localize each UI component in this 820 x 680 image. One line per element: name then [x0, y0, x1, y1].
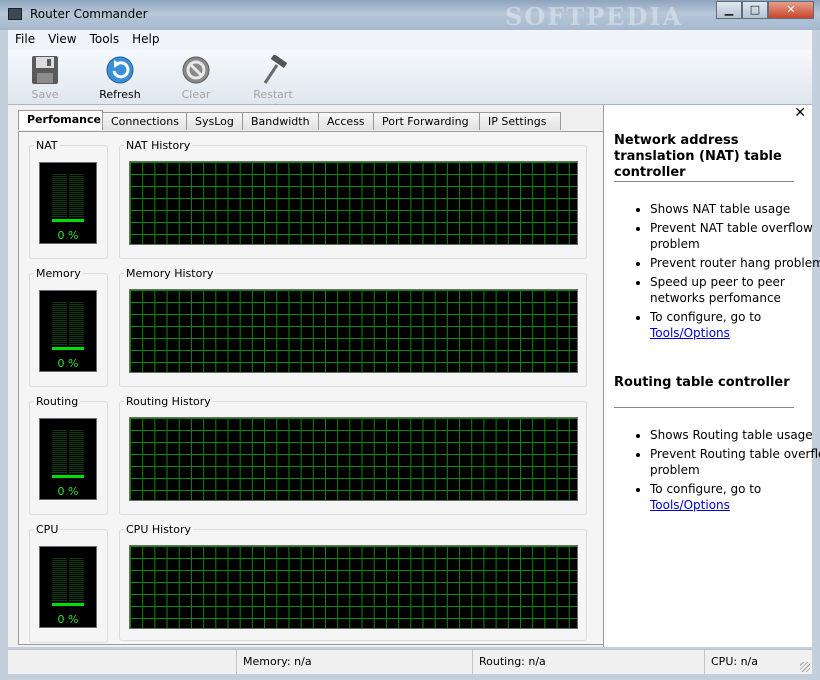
status-bar: Memory: n/a Routing: n/a CPU: n/a: [8, 649, 812, 674]
nat-percent: 0 %: [57, 229, 79, 242]
nat-meter: 0 %: [39, 162, 97, 244]
app-icon: [8, 8, 22, 20]
menu-tools[interactable]: Tools: [83, 30, 126, 46]
title-bar[interactable]: Router Commander SOFTPEDIA ▁ □ ✕: [0, 0, 820, 31]
memory-label: Memory: [34, 267, 83, 280]
floppy-disk-icon: [32, 56, 58, 84]
clear-label: Clear: [181, 88, 211, 101]
clear-button[interactable]: Clear: [161, 53, 231, 103]
meter-bar: [52, 173, 84, 217]
close-pane-icon[interactable]: ✕: [794, 105, 806, 121]
refresh-icon: [106, 56, 134, 84]
info-pane: ✕ Network address translation (NAT) tabl…: [603, 105, 820, 647]
memory-percent: 0 %: [57, 357, 79, 370]
status-memory: Memory: n/a: [236, 650, 472, 674]
routing-percent: 0 %: [57, 485, 79, 498]
app-window: Router Commander SOFTPEDIA ▁ □ ✕ File Vie…: [0, 0, 820, 680]
status-empty: [8, 650, 236, 674]
save-button[interactable]: Save: [10, 53, 80, 103]
tab-access[interactable]: Access: [318, 112, 374, 130]
list-item: Shows Routing table usage: [650, 427, 820, 443]
memory-history-graph: [129, 289, 578, 373]
meter-bar: [52, 557, 84, 601]
refresh-label: Refresh: [99, 88, 141, 101]
meter-bar: [52, 429, 84, 473]
status-cpu: CPU: n/a: [704, 650, 812, 674]
tools-options-link[interactable]: Tools/Options: [650, 498, 730, 512]
nat-label: NAT: [34, 139, 60, 152]
cpu-history-label: CPU History: [124, 523, 193, 536]
nat-feature-list: Shows NAT table usage Prevent NAT table …: [614, 201, 820, 344]
tab-bandwidth[interactable]: Bandwidth: [242, 112, 319, 130]
list-item: To configure, go to Tools/Options: [650, 481, 820, 513]
meter-fill: [52, 219, 84, 222]
routing-meter: 0 %: [39, 418, 97, 500]
list-item: Prevent NAT table overflow problem: [650, 220, 820, 252]
memory-history-label: Memory History: [124, 267, 216, 280]
save-label: Save: [31, 88, 59, 101]
nat-history-label: NAT History: [124, 139, 193, 152]
routing-history-label: Routing History: [124, 395, 213, 408]
routing-feature-list: Shows Routing table usage Prevent Routin…: [614, 427, 820, 516]
meter-fill: [52, 603, 84, 606]
tab-syslog[interactable]: SysLog: [186, 112, 243, 130]
tab-performance[interactable]: Perfomance: [18, 110, 103, 130]
window-title: Router Commander: [30, 7, 148, 21]
tab-connections[interactable]: Connections: [102, 112, 187, 130]
nat-history-graph: [129, 161, 578, 245]
resize-grip[interactable]: [800, 662, 810, 672]
restart-router-button[interactable]: Restart router: [236, 53, 310, 114]
cpu-percent: 0 %: [57, 613, 79, 626]
tab-port-forwarding[interactable]: Port Forwarding: [373, 112, 480, 130]
close-window-button[interactable]: ✕: [768, 1, 814, 19]
nat-controller-heading: Network address translation (NAT) table …: [614, 133, 782, 180]
list-item: Prevent router hang problem: [650, 255, 820, 271]
cpu-meter: 0 %: [39, 546, 97, 628]
status-routing: Routing: n/a: [472, 650, 704, 674]
cpu-history-graph: [129, 545, 578, 629]
routing-controller-heading: Routing table controller: [614, 375, 790, 390]
minimize-button[interactable]: ▁: [716, 1, 742, 19]
routing-history-graph: [129, 417, 578, 501]
tools-options-link[interactable]: Tools/Options: [650, 326, 730, 340]
refresh-button[interactable]: Refresh: [85, 53, 155, 103]
meter-bar: [52, 301, 84, 345]
list-item: Shows NAT table usage: [650, 201, 820, 217]
menu-file[interactable]: File: [8, 30, 41, 46]
hammer-icon: [263, 55, 288, 84]
routing-label: Routing: [34, 395, 81, 408]
tab-strip: Perfomance Connections SysLog Bandwidth …: [18, 110, 561, 131]
memory-meter: 0 %: [39, 290, 97, 372]
divider: [614, 181, 794, 182]
toolbar: Save Refresh Clear Restart router: [8, 50, 812, 114]
meter-fill: [52, 475, 84, 478]
menu-help[interactable]: Help: [125, 30, 165, 46]
list-item: To configure, go to Tools/Options: [650, 309, 820, 341]
cpu-label: CPU: [34, 523, 61, 536]
maximize-button[interactable]: □: [742, 1, 768, 19]
list-item: Speed up peer to peer networks perfomanc…: [650, 274, 820, 306]
configure-text: To configure, go to: [650, 482, 762, 496]
configure-text: To configure, go to: [650, 310, 762, 324]
menu-view[interactable]: View: [41, 30, 82, 46]
performance-panel: NAT 0 % NAT History Memory 0 % Memory Hi…: [18, 131, 606, 645]
watermark: SOFTPEDIA: [505, 2, 684, 31]
tab-ip-settings[interactable]: IP Settings: [479, 112, 561, 130]
no-entry-icon: [182, 56, 210, 84]
menu-bar: File View Tools Help: [8, 30, 812, 50]
divider: [614, 407, 794, 408]
meter-fill: [52, 347, 84, 350]
list-item: Prevent Routing table overflow problem: [650, 446, 820, 478]
